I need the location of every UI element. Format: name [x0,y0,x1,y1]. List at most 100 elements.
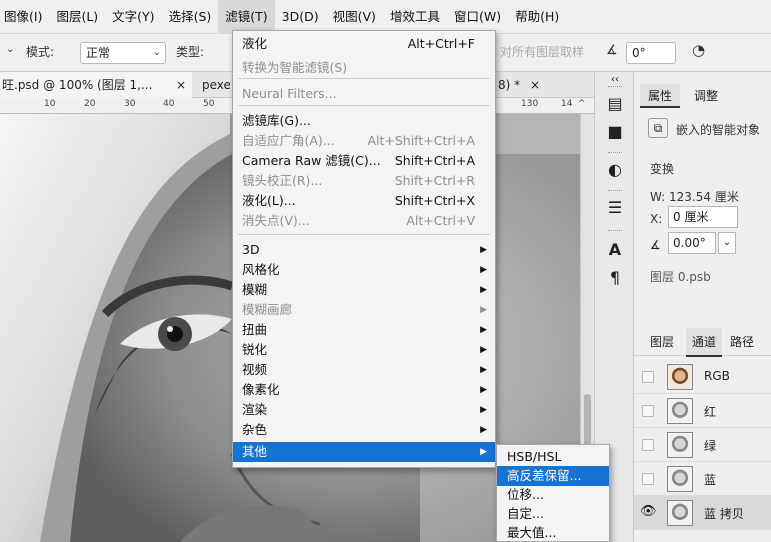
filter-menu-item[interactable]: 渲染 ▶ [233,400,495,420]
channel-row[interactable]: 绿 [634,428,771,462]
submenu-arrow-icon: ▶ [480,325,487,335]
tab-layers[interactable]: 图层 [650,333,674,350]
menu-item-shortcut: Alt+Shift+Ctrl+A [367,133,475,148]
filter-menu-item[interactable]: 像素化 ▶ [233,380,495,400]
menu-item-label: 扭曲 [242,322,268,337]
mode-select[interactable]: 正常 ⌄ [80,42,166,64]
menu-item-label: 杂色 [242,422,268,437]
menu-item[interactable]: 图像(I) [0,0,49,34]
character-icon[interactable]: A [605,240,625,260]
filter-menu-item[interactable]: 风格化 ▶ [233,260,495,280]
scroll-up-icon[interactable]: ^ [578,99,586,109]
close-icon[interactable]: × [530,78,540,92]
channel-row[interactable]: 蓝 [634,462,771,496]
filter-menu-item[interactable]: Camera Raw 滤镜(C)... Shift+Ctrl+A [233,151,495,171]
menu-item-label: 液化 [242,36,268,51]
channel-row[interactable]: 红 [634,394,771,428]
adjustment-icon[interactable]: ◐ [605,160,625,180]
tab-channels[interactable]: 通道 [686,328,723,357]
grip-handle[interactable] [608,86,622,89]
paragraph-icon[interactable]: ¶ [605,268,625,288]
channel-thumbnail [667,432,693,458]
menu-item[interactable]: 滤镜(T) [218,0,275,34]
tool-preset-chevron-icon[interactable]: ⌄ [6,44,14,55]
close-icon[interactable]: × [176,72,186,98]
grip-handle[interactable] [608,230,622,233]
angle-dropdown[interactable]: ⌄ [718,232,736,254]
x-input[interactable]: 0 厘米 [668,206,738,228]
menu-item-shortcut: Shift+Ctrl+X [394,193,475,208]
tab-paths[interactable]: 路径 [730,333,754,350]
comment-icon[interactable]: ■ [605,122,625,142]
channel-name: 红 [704,405,717,419]
filter-menu-item[interactable]: 杂色 ▶ [233,420,495,440]
submenu-item[interactable]: 位移... [497,485,609,505]
filter-menu-item: 镜头校正(R)... Shift+Ctrl+R [233,171,495,191]
mode-label: 模式: [26,45,55,59]
filter-menu-item[interactable]: 锐化 ▶ [233,340,495,360]
menu-item-label: 风格化 [242,262,280,277]
filter-menu-item[interactable]: 滤镜库(G)... [233,111,495,131]
menu-item-label: 模糊 [242,282,268,297]
smart-object-icon: ⧉ [648,118,668,138]
filter-menu-item[interactable]: 液化 Alt+Ctrl+F [233,34,495,54]
pressure-icon[interactable]: ◔ [692,41,705,59]
width-value: W: 123.54 厘米 [650,190,739,204]
history-icon[interactable]: ▤ [605,94,625,114]
tab-document-1[interactable]: 旺.psd @ 100% (图层 1,... × [0,72,192,98]
submenu-item[interactable]: 自定... [497,504,609,524]
filter-menu-item[interactable]: 液化(L)... Shift+Ctrl+X [233,191,495,211]
tab-document-3[interactable]: 8) * × [496,72,556,98]
x-value: 0 厘米 [673,210,709,224]
tab-document-2[interactable]: pexe [200,72,230,98]
grip-handle[interactable] [608,152,622,155]
menu-item-label: Neural Filters... [242,86,337,101]
menu-item[interactable]: 文字(Y) [105,0,161,34]
grip-handle[interactable] [608,190,622,193]
filter-menu: 液化 Alt+Ctrl+F 转换为智能滤镜(S) Neural Filters... 滤… [232,30,496,468]
angle-icon: ∡ [606,43,618,58]
ruler-label: 10 [44,99,56,109]
layer-comps-icon[interactable]: ☰ [605,198,625,218]
channel-name: RGB [704,369,730,383]
angle-input[interactable]: 0.00° [668,232,716,254]
sample-all-layers-text[interactable]: 对所有图层取样 [500,43,584,60]
submenu-arrow-icon: ▶ [480,305,487,315]
submenu-arrow-icon: ▶ [480,245,487,255]
tab-adjustments[interactable]: 调整 [686,84,726,108]
type-label: 类型: [176,45,205,59]
menu-item[interactable]: 增效工具 [383,0,447,34]
channel-row[interactable]: RGB [634,360,771,394]
submenu-item[interactable]: HSB/HSL [497,447,609,467]
filter-menu-item[interactable]: 视频 ▶ [233,360,495,380]
menu-item-label: 模糊画廊 [242,302,293,317]
menu-item[interactable]: 选择(S) [162,0,219,34]
menu-item[interactable]: 3D(D) [275,0,326,34]
channel-row-selected[interactable]: 👁 蓝 拷贝 [634,496,771,530]
ruler-label: 30 [124,99,136,109]
visibility-toggle[interactable] [642,439,654,451]
visibility-toggle[interactable] [642,371,654,383]
filter-menu-item[interactable]: 扭曲 ▶ [233,320,495,340]
filter-menu-item: 转换为智能滤镜(S) [233,58,495,78]
menu-item-shortcut: Alt+Ctrl+F [407,36,475,51]
eye-icon[interactable]: 👁 [640,504,657,519]
filter-menu-item[interactable]: 3D ▶ [233,240,495,260]
menu-separator [238,234,490,235]
menu-item[interactable]: 帮助(H) [508,0,566,34]
menu-item[interactable]: 窗口(W) [447,0,508,34]
angle-icon: ∡ [650,238,661,252]
menu-item[interactable]: 图层(L) [49,0,105,34]
layer-file-label: 图层 0.psb [650,270,711,284]
filter-menu-item[interactable]: 模糊 ▶ [233,280,495,300]
tab-properties[interactable]: 属性 [640,84,681,108]
ruler-label: 20 [84,99,96,109]
filter-menu-item[interactable]: 其他 ▶ [233,442,495,462]
submenu-item[interactable]: 高反差保留... [497,466,609,486]
submenu-item[interactable]: 最大值... [497,523,609,541]
visibility-toggle[interactable] [642,405,654,417]
menu-item-label: 转换为智能滤镜(S) [242,60,348,75]
angle-input[interactable]: 0° [626,42,676,64]
menu-item[interactable]: 视图(V) [326,0,383,34]
visibility-toggle[interactable] [642,473,654,485]
